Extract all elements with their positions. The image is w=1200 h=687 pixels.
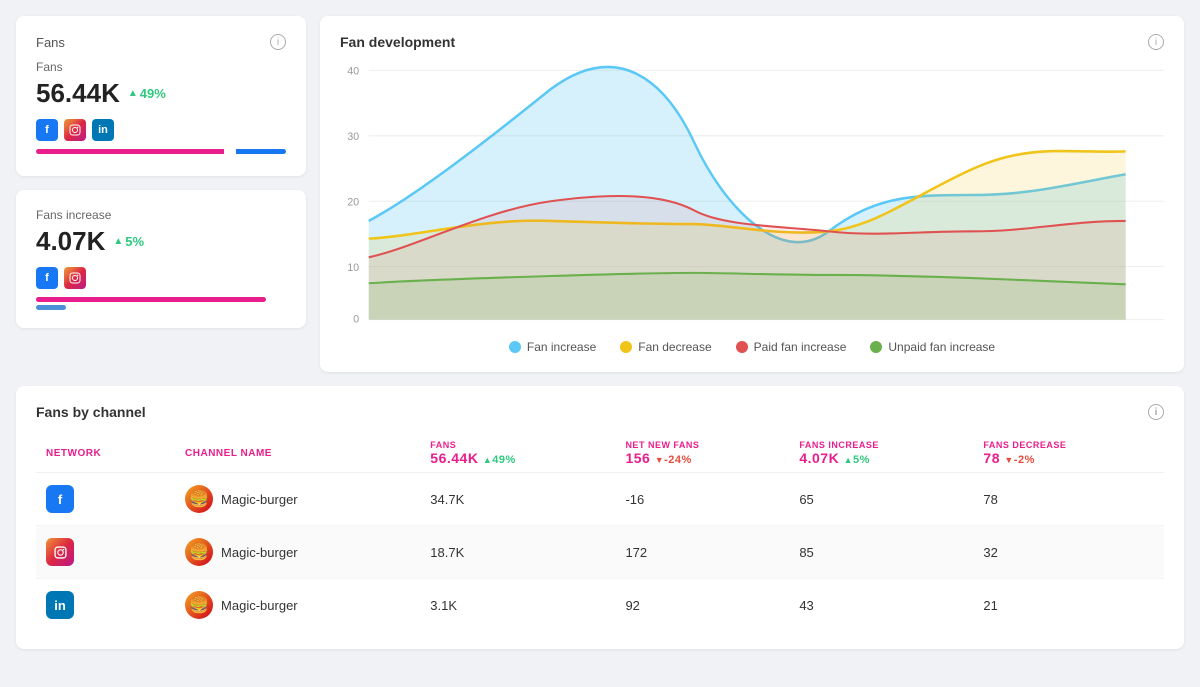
linkedin-icon: in xyxy=(92,119,114,141)
chart-area: 40 30 20 10 0 Jul Aug Sep Oct Nov Dec xyxy=(340,60,1164,330)
fans-card: Fans i Fans 56.44K 49% f in xyxy=(16,16,306,176)
fans-increase-social-icons: f xyxy=(36,267,286,289)
table-header: Fans by channel i xyxy=(36,404,1164,420)
table-title: Fans by channel xyxy=(36,404,146,420)
svg-text:Nov: Nov xyxy=(963,329,982,330)
fans-increase-badge: 5% xyxy=(113,234,144,249)
fans-increase-label: Fans increase xyxy=(36,208,286,222)
cell-network: in xyxy=(36,579,175,632)
channel-avatar: 🍔 xyxy=(185,485,213,513)
svg-text:Dec: Dec xyxy=(1116,329,1135,330)
cell-net-new-fans: 92 xyxy=(615,579,789,632)
cell-net-new-fans: 172 xyxy=(615,526,789,579)
fans-fb-bar xyxy=(36,149,224,154)
svg-text:Oct: Oct xyxy=(820,329,836,330)
network-facebook-icon: f xyxy=(46,485,74,513)
svg-text:Jul: Jul xyxy=(410,329,423,330)
facebook-icon: f xyxy=(36,119,58,141)
legend-unpaid-fan-increase: Unpaid fan increase xyxy=(870,340,995,354)
fans-increase-ig-icon xyxy=(64,267,86,289)
cell-channel-name: 🍔 Magic-burger xyxy=(175,579,420,632)
svg-text:0: 0 xyxy=(353,313,359,325)
legend-paid-fan-increase: Paid fan increase xyxy=(736,340,847,354)
legend-unpaid-fan-increase-label: Unpaid fan increase xyxy=(888,340,995,354)
fans-by-channel-card: Fans by channel i Network Channel Name F… xyxy=(16,386,1184,649)
col-fans-decrease: FANS DECREASE 78 -2% xyxy=(973,434,1164,473)
chart-header: Fan development i xyxy=(340,34,1164,50)
col-fans-increase: FANS INCREASE 4.07K 5% xyxy=(789,434,973,473)
cell-fans: 34.7K xyxy=(420,473,615,526)
col-network: Network xyxy=(36,434,175,473)
chart-title: Fan development xyxy=(340,34,455,50)
cell-net-new-fans: -16 xyxy=(615,473,789,526)
cell-fans-increase: 65 xyxy=(789,473,973,526)
cell-fans: 18.7K xyxy=(420,526,615,579)
cell-channel-name: 🍔 Magic-burger xyxy=(175,473,420,526)
svg-text:40: 40 xyxy=(347,65,359,77)
svg-text:30: 30 xyxy=(347,131,359,143)
cell-network: f xyxy=(36,473,175,526)
legend-paid-fan-increase-label: Paid fan increase xyxy=(754,340,847,354)
chart-info-icon[interactable]: i xyxy=(1148,34,1164,50)
chart-svg: 40 30 20 10 0 Jul Aug Sep Oct Nov Dec xyxy=(340,60,1164,330)
network-linkedin-icon: in xyxy=(46,591,74,619)
fans-increase-card: Fans increase 4.07K 5% f xyxy=(16,190,306,328)
fans-metric-label: Fans xyxy=(36,60,286,74)
col-channel-name: Channel Name xyxy=(175,434,420,473)
svg-text:Sep: Sep xyxy=(685,329,704,330)
legend-fan-increase-dot xyxy=(509,341,521,353)
col-fans: FANS 56.44K 49% xyxy=(420,434,615,473)
fans-increase-progress xyxy=(36,297,286,310)
table-header-row: Network Channel Name FANS 56.44K 49% NET… xyxy=(36,434,1164,473)
table-info-icon[interactable]: i xyxy=(1148,404,1164,420)
chart-legend: Fan increase Fan decrease Paid fan incre… xyxy=(340,340,1164,354)
fans-progress xyxy=(36,149,286,154)
network-instagram-icon xyxy=(46,538,74,566)
fans-increase-ig-bar xyxy=(36,305,66,310)
legend-fan-decrease: Fan decrease xyxy=(620,340,711,354)
fans-card-title: Fans xyxy=(36,35,65,50)
cell-network xyxy=(36,526,175,579)
channel-avatar: 🍔 xyxy=(185,591,213,619)
fans-li-bar xyxy=(236,149,286,154)
legend-fan-increase-label: Fan increase xyxy=(527,340,596,354)
cell-fans-increase: 43 xyxy=(789,579,973,632)
fans-card-header: Fans i xyxy=(36,34,286,50)
instagram-icon xyxy=(64,119,86,141)
legend-unpaid-fan-increase-dot xyxy=(870,341,882,353)
svg-text:20: 20 xyxy=(347,196,359,208)
fans-progress-bar xyxy=(36,149,286,154)
cell-fans-increase: 85 xyxy=(789,526,973,579)
cell-fans-decrease: 78 xyxy=(973,473,1164,526)
channel-avatar: 🍔 xyxy=(185,538,213,566)
fans-metric-value: 56.44K 49% xyxy=(36,78,286,109)
legend-fan-increase: Fan increase xyxy=(509,340,596,354)
table-row: in 🍔 Magic-burger 3.1K 92 43 21 xyxy=(36,579,1164,632)
legend-fan-decrease-dot xyxy=(620,341,632,353)
fans-info-icon[interactable]: i xyxy=(270,34,286,50)
fans-increase-fb-bar xyxy=(36,297,266,302)
col-net-new-fans: NET NEW FANS 156 -24% xyxy=(615,434,789,473)
cell-fans-decrease: 32 xyxy=(973,526,1164,579)
legend-paid-fan-increase-dot xyxy=(736,341,748,353)
fans-increase-fb-icon: f xyxy=(36,267,58,289)
cell-fans-decrease: 21 xyxy=(973,579,1164,632)
fans-increase-value: 4.07K 5% xyxy=(36,226,286,257)
cell-fans: 3.1K xyxy=(420,579,615,632)
svg-text:10: 10 xyxy=(347,261,359,273)
svg-text:Aug: Aug xyxy=(541,329,560,330)
fan-development-card: Fan development i 40 30 20 10 0 Jul Aug … xyxy=(320,16,1184,372)
table-row: f 🍔 Magic-burger 34.7K -16 65 78 xyxy=(36,473,1164,526)
fans-social-icons: f in xyxy=(36,119,286,141)
fans-table: Network Channel Name FANS 56.44K 49% NET… xyxy=(36,434,1164,631)
legend-fan-decrease-label: Fan decrease xyxy=(638,340,711,354)
cell-channel-name: 🍔 Magic-burger xyxy=(175,526,420,579)
fans-change-badge: 49% xyxy=(128,86,166,101)
table-row: 🍔 Magic-burger 18.7K 172 85 32 xyxy=(36,526,1164,579)
